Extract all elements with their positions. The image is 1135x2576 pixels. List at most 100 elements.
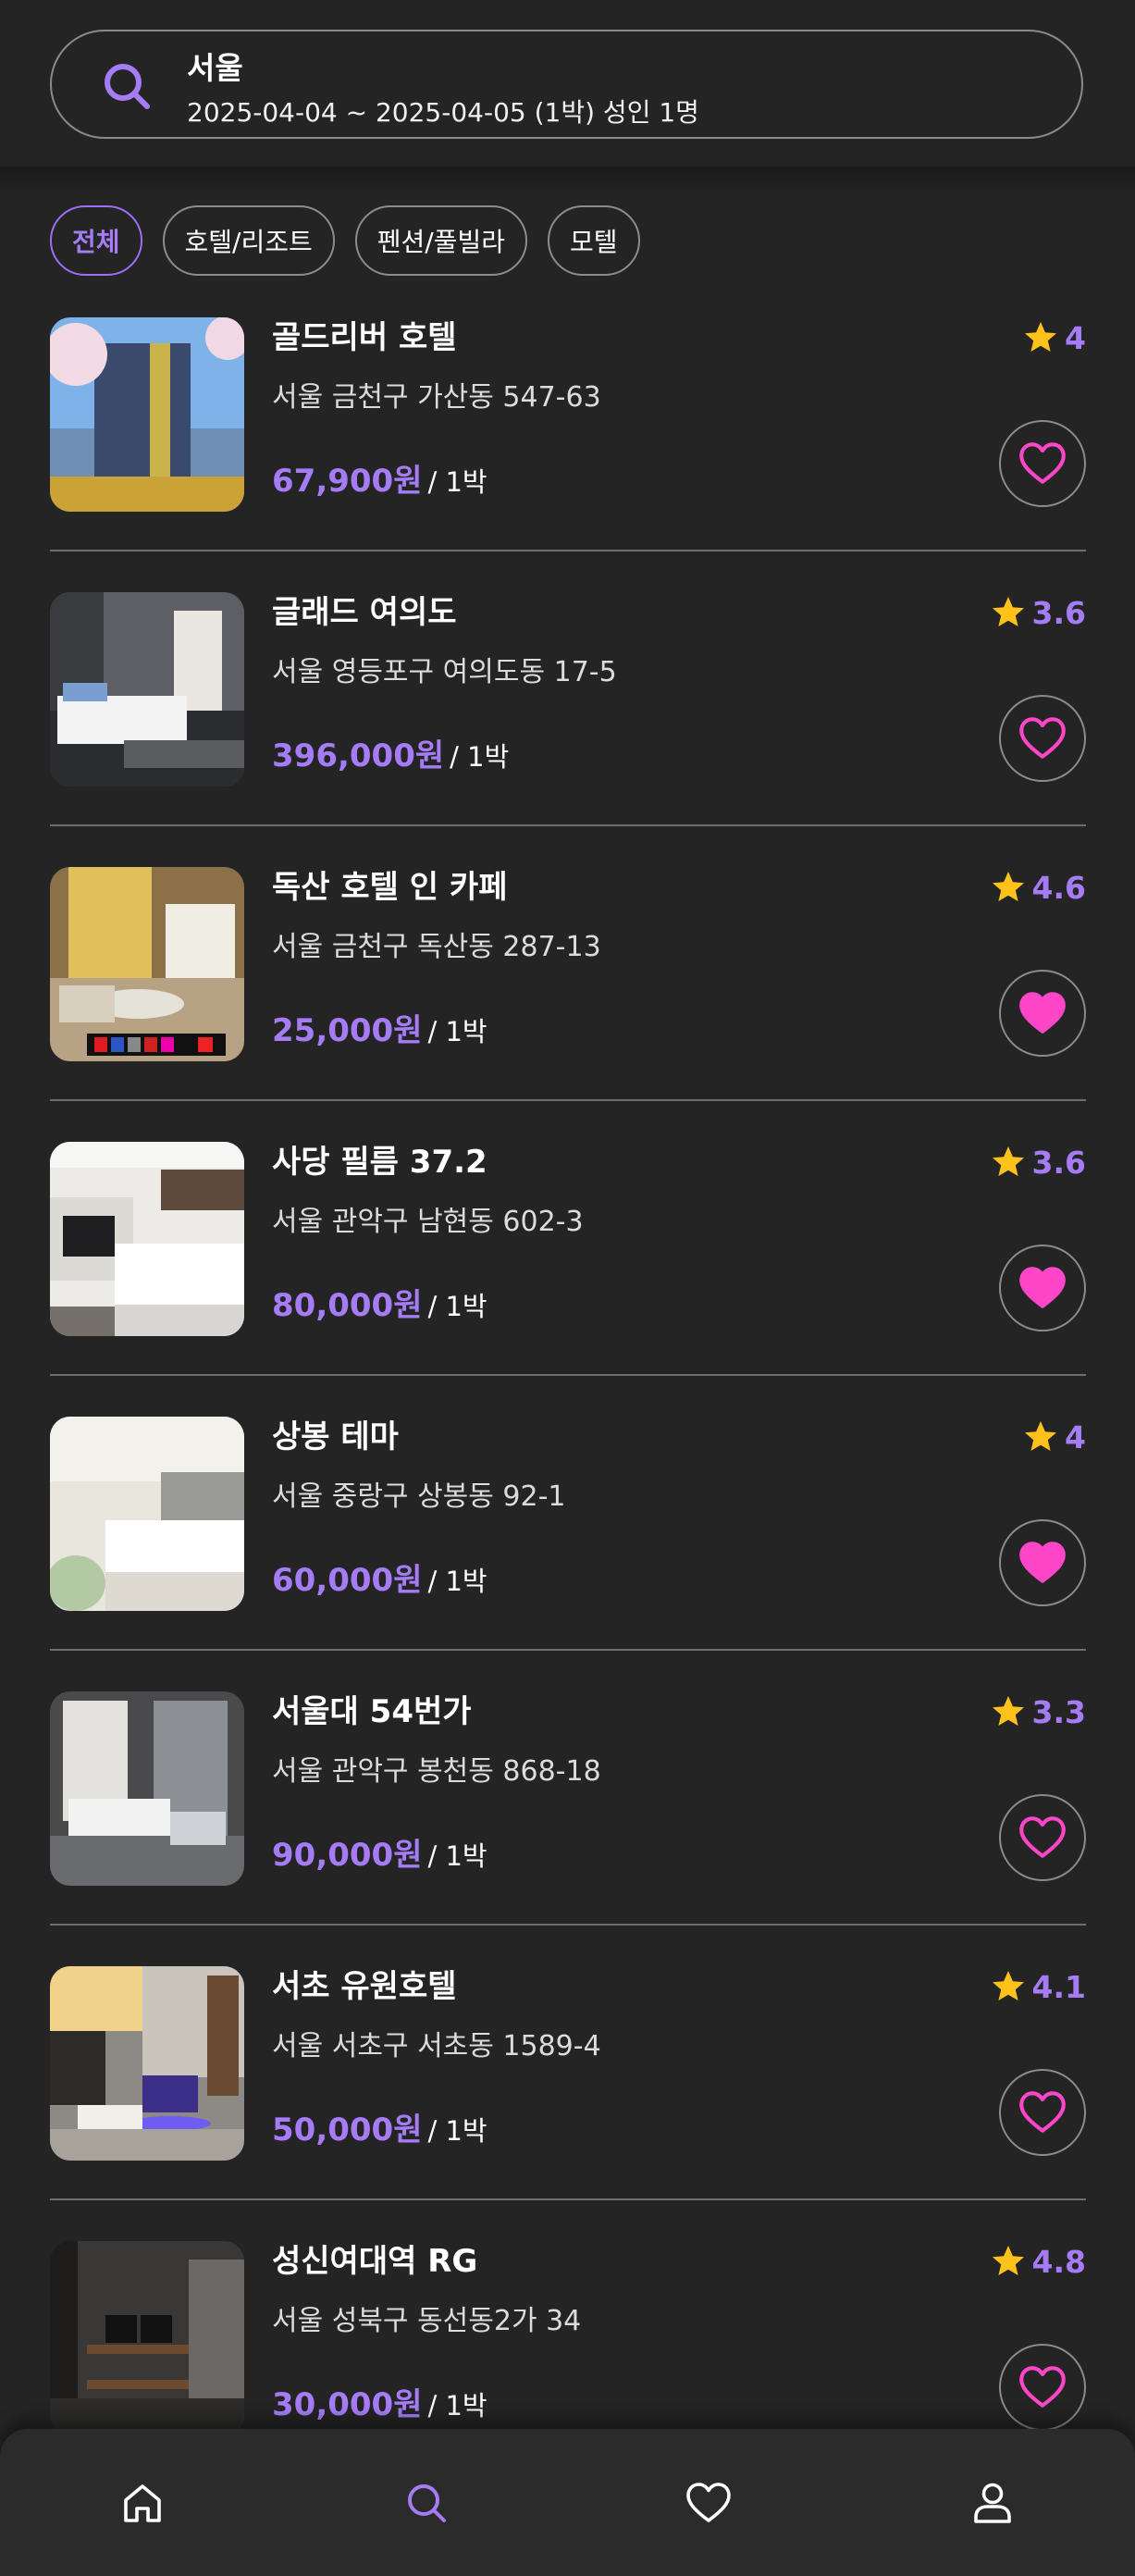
heart-icon bbox=[1019, 1816, 1066, 1858]
star-icon bbox=[1025, 322, 1057, 352]
divider bbox=[50, 1099, 1086, 1101]
favorite-button[interactable] bbox=[999, 2344, 1086, 2431]
price-row: 396,000원/ 1박 bbox=[272, 736, 509, 782]
star-icon bbox=[1025, 1421, 1057, 1451]
divider bbox=[50, 550, 1086, 551]
favorite-button[interactable] bbox=[999, 695, 1086, 782]
accommodation-name: 성신여대역 RG bbox=[272, 2243, 478, 2280]
accommodation-photo bbox=[50, 2241, 244, 2435]
favorite-button[interactable] bbox=[999, 420, 1086, 507]
home-icon bbox=[124, 2484, 161, 2522]
star-icon bbox=[992, 597, 1024, 626]
accommodation-address: 서울 금천구 가산동 547-63 bbox=[272, 381, 601, 414]
accommodation-photo bbox=[50, 1142, 244, 1336]
bottom-nav bbox=[0, 2429, 1135, 2576]
accommodation-item[interactable]: 골드리버 호텔서울 금천구 가산동 547-63 67,900원/ 1박 4 bbox=[50, 317, 1086, 592]
accommodation-item[interactable]: 사당 필름 37.2 서울 관악구 남현동 602-3 80,000원/ 1박 3.6 bbox=[50, 1142, 1086, 1417]
price-row: 90,000원/ 1박 bbox=[272, 1835, 487, 1881]
accommodation-address: 서울 관악구 남현동 602-3 bbox=[272, 1206, 584, 1238]
nav-search[interactable] bbox=[401, 2477, 452, 2529]
price-row: 50,000원/ 1박 bbox=[272, 2110, 487, 2156]
accommodation-price: 396,000원 bbox=[272, 737, 445, 774]
accommodation-price: 25,000원 bbox=[272, 1012, 423, 1049]
search-city: 서울 bbox=[187, 50, 243, 86]
accommodation-name: 글래드 여의도 bbox=[272, 594, 457, 631]
price-row: 30,000원/ 1박 bbox=[272, 2384, 487, 2431]
heart-icon bbox=[1019, 992, 1066, 1034]
favorite-button[interactable] bbox=[999, 970, 1086, 1057]
accommodation-item[interactable]: 서초 유원호텔 서울 서초구 서초동 1589-4 50,000원/ 1박 4.1 bbox=[50, 1966, 1086, 2241]
star-icon bbox=[992, 1971, 1024, 2000]
filter-chip-all[interactable]: 전체 bbox=[50, 205, 142, 276]
price-row: 67,900원/ 1박 bbox=[272, 461, 487, 507]
accommodation-photo bbox=[50, 1417, 244, 1611]
rating-value: 4 bbox=[1065, 319, 1086, 356]
per-night-label: / 1박 bbox=[427, 1291, 487, 1322]
nav-favorites[interactable] bbox=[683, 2477, 734, 2529]
divider bbox=[50, 824, 1086, 826]
rating: 4.6 bbox=[990, 869, 1086, 906]
per-night-label: / 1박 bbox=[427, 466, 487, 498]
rating: 4.1 bbox=[990, 1968, 1086, 2005]
nav-home[interactable] bbox=[117, 2477, 168, 2529]
accommodation-price: 90,000원 bbox=[272, 1837, 423, 1874]
accommodation-address: 서울 중랑구 상봉동 92-1 bbox=[272, 1480, 566, 1513]
star-icon bbox=[992, 872, 1024, 901]
accommodation-price: 67,900원 bbox=[272, 463, 423, 500]
price-row: 80,000원/ 1박 bbox=[272, 1285, 487, 1331]
accommodation-address: 서울 금천구 독산동 287-13 bbox=[272, 931, 601, 963]
per-night-label: / 1박 bbox=[450, 741, 510, 773]
rating: 4 bbox=[1022, 319, 1086, 356]
accommodation-photo bbox=[50, 317, 244, 512]
filter-chip-hotel-resort[interactable]: 호텔/리조트 bbox=[162, 205, 335, 276]
header-divider bbox=[0, 167, 1135, 194]
favorite-button[interactable] bbox=[999, 1519, 1086, 1606]
accommodation-item[interactable]: 글래드 여의도서울 영등포구 여의도동 17-5 396,000원/ 1박 3.6 bbox=[50, 592, 1086, 867]
category-filters: 전체 호텔/리조트 펜션/풀빌라 모텔 bbox=[50, 205, 640, 276]
accommodation-item[interactable]: 독산 호텔 인 카페서울 금천구 독산동 287-13 25,000원/ 1박 4.… bbox=[50, 867, 1086, 1142]
divider bbox=[50, 1649, 1086, 1651]
rating: 3.6 bbox=[990, 594, 1086, 631]
favorite-button[interactable] bbox=[999, 2069, 1086, 2156]
heart-icon bbox=[1019, 2091, 1066, 2133]
per-night-label: / 1박 bbox=[427, 1566, 487, 1597]
accommodation-name: 골드리버 호텔 bbox=[272, 319, 457, 356]
accommodation-item[interactable]: 서울대 54번가 서울 관악구 봉천동 868-18 90,000원/ 1박 3.3 bbox=[50, 1691, 1086, 1966]
accommodation-name: 독산 호텔 인 카페 bbox=[272, 869, 508, 906]
heart-icon bbox=[686, 2483, 731, 2522]
rating-value: 4.8 bbox=[1031, 2243, 1086, 2280]
divider bbox=[50, 1924, 1086, 1926]
heart-icon bbox=[1019, 1542, 1066, 1583]
star-icon bbox=[992, 1146, 1024, 1176]
rating: 4.8 bbox=[990, 2243, 1086, 2280]
accommodation-item[interactable]: 상봉 테마 서울 중랑구 상봉동 92-1 60,000원/ 1박 4 bbox=[50, 1417, 1086, 1691]
per-night-label: / 1박 bbox=[427, 1016, 487, 1047]
heart-icon bbox=[1019, 1267, 1066, 1308]
accommodation-list: 골드리버 호텔 서울 금천구 가산동 547-63 67,900원/ 1박 4 글래드 … bbox=[50, 317, 1086, 2516]
favorite-button[interactable] bbox=[999, 1245, 1086, 1331]
nav-profile[interactable] bbox=[967, 2477, 1018, 2529]
search-summary: 서울 2025-04-04 ~ 2025-04-05 (1박) 성인 1명 bbox=[187, 48, 699, 131]
search-bar[interactable]: 서울 2025-04-04 ~ 2025-04-05 (1박) 성인 1명 bbox=[50, 30, 1083, 139]
filter-chip-pension-poolvilla[interactable]: 펜션/풀빌라 bbox=[354, 205, 527, 276]
favorite-button[interactable] bbox=[999, 1794, 1086, 1881]
accommodation-price: 60,000원 bbox=[272, 1562, 423, 1599]
price-row: 60,000원/ 1박 bbox=[272, 1560, 487, 1606]
search-icon bbox=[105, 64, 150, 109]
accommodation-photo bbox=[50, 1966, 244, 2161]
rating-value: 4 bbox=[1065, 1418, 1086, 1455]
rating-value: 4.1 bbox=[1031, 1968, 1086, 2005]
user-icon bbox=[974, 2483, 1011, 2523]
search-icon bbox=[408, 2484, 446, 2522]
heart-icon bbox=[1019, 442, 1066, 484]
star-icon bbox=[992, 2246, 1024, 2275]
search-date-guests: 2025-04-04 ~ 2025-04-05 (1박) 성인 1명 bbox=[187, 97, 699, 128]
accommodation-photo bbox=[50, 867, 244, 1061]
accommodation-name: 사당 필름 37.2 bbox=[272, 1144, 487, 1181]
filter-chip-motel[interactable]: 모텔 bbox=[548, 205, 640, 276]
rating-value: 3.6 bbox=[1031, 1144, 1086, 1181]
accommodation-address: 서울 영등포구 여의도동 17-5 bbox=[272, 656, 617, 688]
rating-value: 4.6 bbox=[1031, 869, 1086, 906]
accommodation-name: 서울대 54번가 bbox=[272, 1693, 472, 1730]
rating: 3.3 bbox=[990, 1693, 1086, 1730]
